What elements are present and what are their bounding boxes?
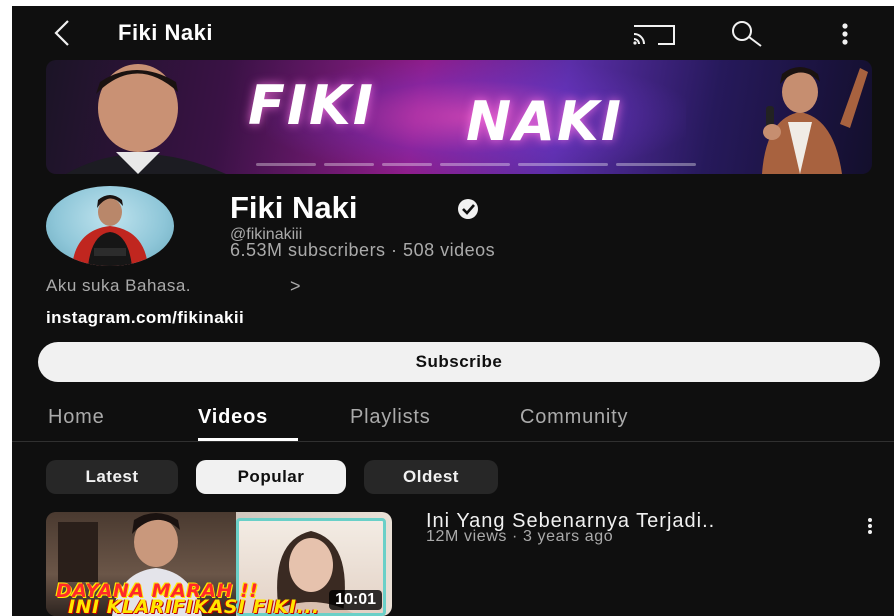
channel-description[interactable]: Aku suka Bahasa. <box>46 276 191 296</box>
video-thumbnail[interactable]: DAYANA MARAH !! INI KLARIFIKASI FIKI... … <box>46 512 392 616</box>
banner-social-strip <box>256 158 726 170</box>
chip-popular[interactable]: Popular <box>196 460 346 494</box>
banner-portrait-left <box>66 64 236 174</box>
channel-name: Fiki Naki <box>230 190 358 225</box>
tabs-divider <box>12 441 894 442</box>
tab-playlists[interactable]: Playlists <box>350 406 431 429</box>
channel-stats: 6.53M subscribers · 508 videos <box>230 240 496 260</box>
search-icon[interactable] <box>728 18 764 50</box>
video-duration-badge: 10:01 <box>329 590 382 610</box>
cast-icon[interactable] <box>630 20 680 50</box>
app-bar-title: Fiki Naki <box>118 20 213 45</box>
banner-portrait-right <box>722 62 872 174</box>
chip-latest[interactable]: Latest <box>46 460 178 494</box>
channel-link[interactable]: instagram.com/fikinakii <box>46 308 244 328</box>
chevron-right-icon[interactable]: > <box>290 276 301 297</box>
video-meta: 12M views · 3 years ago <box>426 528 614 545</box>
more-vert-icon[interactable] <box>834 18 856 50</box>
app-bar: Fiki Naki <box>12 6 894 58</box>
back-arrow-icon[interactable] <box>48 18 78 48</box>
subscribe-button[interactable]: Subscribe <box>38 342 880 382</box>
verified-badge-icon <box>456 198 484 220</box>
thumbnail-caption-2: INI KLARIFIKASI FIKI... <box>68 596 320 616</box>
channel-banner: FIKI NAKI <box>46 60 872 174</box>
banner-word-1: FIKI <box>248 74 375 137</box>
tab-community[interactable]: Community <box>520 406 628 429</box>
channel-avatar[interactable] <box>46 186 174 266</box>
chip-oldest[interactable]: Oldest <box>364 460 498 494</box>
banner-word-2: NAKI <box>466 90 623 153</box>
tab-home[interactable]: Home <box>48 406 105 429</box>
youtube-channel-screen: Fiki Naki FIKI NAKI Fiki Naki @fikinakii… <box>12 6 894 616</box>
tab-videos[interactable]: Videos <box>198 406 268 429</box>
video-more-icon[interactable] <box>862 514 878 538</box>
